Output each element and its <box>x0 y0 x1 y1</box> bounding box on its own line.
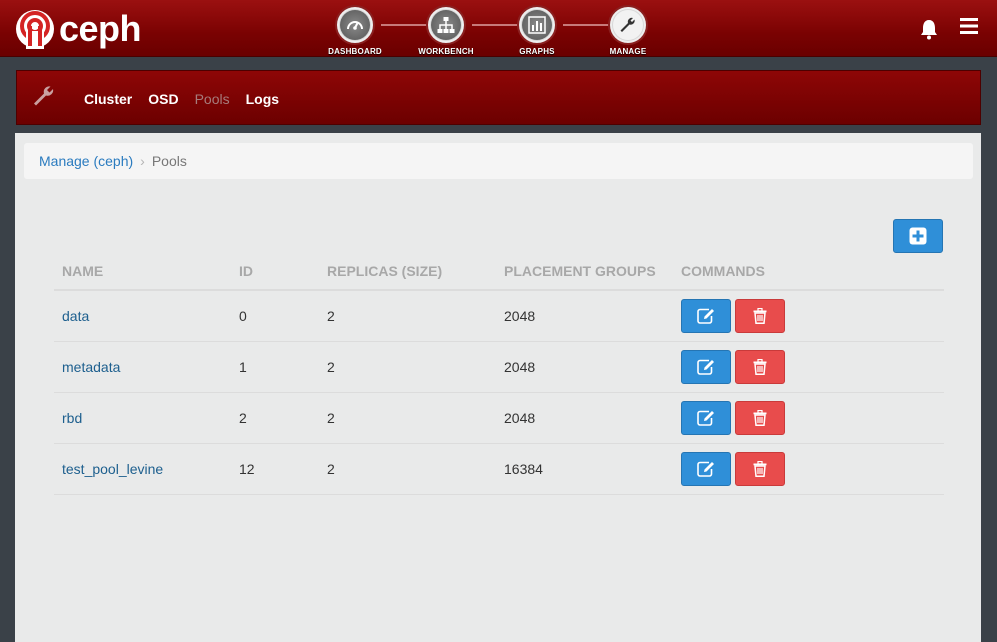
header-placement-groups: PLACEMENT GROUPS <box>496 252 673 291</box>
pool-pg: 16384 <box>496 443 673 495</box>
trash-icon <box>753 307 767 324</box>
table-row: test_pool_levine 12 2 16384 <box>54 443 944 495</box>
ceph-logo-icon <box>16 10 54 49</box>
pool-name-link[interactable]: test_pool_levine <box>62 461 163 477</box>
bell-icon[interactable] <box>919 18 939 40</box>
subnav-pools[interactable]: Pools <box>195 91 230 107</box>
pool-name-link[interactable]: metadata <box>62 359 120 375</box>
chevron-right-icon: › <box>140 153 145 169</box>
delete-pool-button[interactable] <box>735 349 785 384</box>
delete-pool-button[interactable] <box>735 451 785 486</box>
pool-replicas: 2 <box>319 290 496 342</box>
step-manage[interactable]: MANAGE <box>593 5 663 57</box>
edit-icon <box>697 410 714 426</box>
step-label: MANAGE <box>609 47 647 56</box>
app-name: ceph <box>59 8 142 49</box>
plus-square-icon <box>909 227 927 245</box>
edit-icon <box>697 359 714 375</box>
add-pool-button[interactable] <box>893 219 943 253</box>
subnav-logs[interactable]: Logs <box>246 91 279 107</box>
breadcrumb-current: Pools <box>151 153 187 169</box>
table-header-row: NAME ID REPLICAS (SIZE) PLACEMENT GROUPS… <box>54 252 944 291</box>
trash-icon <box>753 460 767 477</box>
wrench-icon <box>620 17 635 32</box>
ceph-logo[interactable]: ceph <box>15 8 142 49</box>
pools-table: NAME ID REPLICAS (SIZE) PLACEMENT GROUPS… <box>54 252 944 495</box>
step-label: GRAPHS <box>519 47 555 56</box>
header-id: ID <box>231 252 319 291</box>
step-label: WORKBENCH <box>418 47 474 56</box>
edit-pool-button[interactable] <box>681 400 731 435</box>
bar-chart-icon <box>528 16 546 34</box>
step-dashboard[interactable]: DASHBOARD <box>320 5 390 57</box>
breadcrumb-manage-link[interactable]: Manage (ceph) <box>39 153 133 169</box>
trash-icon <box>753 409 767 426</box>
pool-id: 2 <box>231 392 319 444</box>
workflow-steps: DASHBOARD WORKBENCH GRAPHS MANAGE <box>320 0 680 57</box>
edit-icon <box>697 308 714 324</box>
gauge-icon <box>347 21 363 30</box>
step-graphs[interactable]: GRAPHS <box>502 5 572 57</box>
trash-icon <box>753 358 767 375</box>
pool-pg: 2048 <box>496 290 673 342</box>
table-row: metadata 1 2 2048 <box>54 341 944 393</box>
step-workbench[interactable]: WORKBENCH <box>411 5 481 57</box>
table-row: rbd 2 2 2048 <box>54 392 944 444</box>
step-label: DASHBOARD <box>328 47 382 56</box>
pool-replicas: 2 <box>319 392 496 444</box>
sitemap-icon <box>437 17 455 33</box>
main-panel: Manage (ceph) › Pools NAME ID REPLICAS (… <box>15 133 981 642</box>
hamburger-menu-icon[interactable] <box>960 18 978 34</box>
edit-icon <box>697 461 714 477</box>
subnav-cluster[interactable]: Cluster <box>84 91 132 107</box>
breadcrumb: Manage (ceph) › Pools <box>24 143 973 179</box>
header-name: NAME <box>54 252 231 291</box>
edit-pool-button[interactable] <box>681 451 731 486</box>
delete-pool-button[interactable] <box>735 400 785 435</box>
edit-pool-button[interactable] <box>681 349 731 384</box>
header-commands: COMMANDS <box>673 252 944 291</box>
delete-pool-button[interactable] <box>735 298 785 333</box>
pool-name-link[interactable]: data <box>62 308 89 324</box>
pool-name-link[interactable]: rbd <box>62 410 82 426</box>
subnav-osd[interactable]: OSD <box>148 91 178 107</box>
table-row: data 0 2 2048 <box>54 290 944 342</box>
pool-pg: 2048 <box>496 341 673 393</box>
top-navbar: ceph DASHBOARD WORKBENCH GRAPHS MANAGE <box>0 0 997 57</box>
pool-id: 12 <box>231 443 319 495</box>
pool-pg: 2048 <box>496 392 673 444</box>
pool-replicas: 2 <box>319 443 496 495</box>
manage-subnav: Cluster OSD Pools Logs <box>16 70 981 125</box>
pool-id: 1 <box>231 341 319 393</box>
pool-id: 0 <box>231 290 319 342</box>
pool-replicas: 2 <box>319 341 496 393</box>
header-replicas: REPLICAS (SIZE) <box>319 252 496 291</box>
edit-pool-button[interactable] <box>681 298 731 333</box>
wrench-icon <box>34 86 54 106</box>
